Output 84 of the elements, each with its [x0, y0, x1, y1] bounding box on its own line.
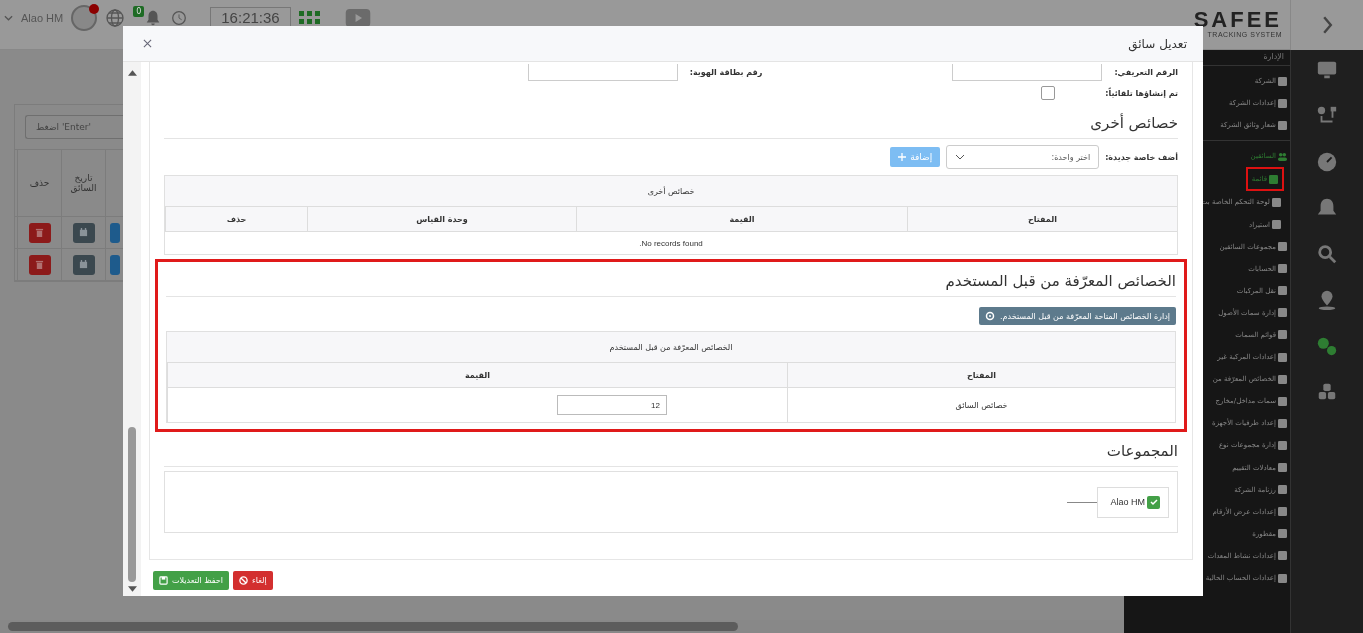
square-icon: [1278, 529, 1287, 539]
input-field[interactable]: [952, 63, 1103, 81]
section-heading: المجموعات: [164, 432, 1178, 467]
column-header: حذف: [29, 178, 50, 188]
gauge-icon[interactable]: [1315, 150, 1339, 174]
grid-icon[interactable]: [298, 10, 321, 25]
square-icon: [1278, 440, 1287, 450]
field-label: الرقم التعريفي:: [1114, 67, 1178, 77]
checkbox[interactable]: [1041, 86, 1056, 100]
square-icon: [1278, 76, 1287, 86]
calendar-icon: [79, 228, 88, 237]
save-icon: [159, 575, 168, 585]
square-icon: [1278, 418, 1287, 428]
table-title: خصائص أخرى: [165, 176, 1177, 207]
caret-icon[interactable]: [4, 14, 13, 21]
square-icon: [1278, 264, 1287, 274]
section-heading: الخصائص المعرّفة من قبل المستخدم: [166, 262, 1176, 297]
field-label: أضف خاصة جديدة:: [1105, 152, 1178, 162]
square-icon: [1272, 220, 1281, 229]
edit-button[interactable]: [110, 254, 120, 275]
square-icon: [1278, 396, 1287, 406]
square-icon: [1278, 463, 1287, 473]
table-title: الخصائص المعرّفة من قبل المستخدم: [167, 332, 1175, 363]
scrollbar-thumb[interactable]: [128, 427, 136, 582]
manage-button[interactable]: إدارة الخصائص المتاحة المعرّفة من قبل المستخدم.: [979, 307, 1176, 325]
field-label: تم إنشاؤها تلقائياً:: [1105, 88, 1178, 98]
square-icon: [1269, 174, 1278, 184]
input-field[interactable]: [527, 63, 678, 81]
connector-line: [1067, 501, 1098, 503]
column-header: المفتاح: [1028, 214, 1057, 224]
cancel-button[interactable]: إلغاء: [233, 570, 273, 590]
scroll-down-icon[interactable]: [127, 586, 137, 592]
chevron-down-icon: [955, 154, 966, 160]
table-cell: خصائص السائق: [955, 400, 1008, 410]
square-icon: [1272, 197, 1281, 207]
value-field[interactable]: 12: [557, 395, 667, 415]
square-icon: [1278, 573, 1287, 583]
column-header: المفتاح: [967, 370, 996, 380]
square-icon: [1278, 308, 1287, 318]
square-icon: [1278, 286, 1287, 296]
square-icon: [1278, 485, 1287, 495]
expand-chevron-icon[interactable]: [1321, 15, 1333, 35]
ban-icon: [239, 575, 248, 585]
check-icon: [1148, 497, 1159, 507]
square-icon: [1278, 507, 1287, 517]
delete-button[interactable]: [28, 222, 51, 243]
calendar-button[interactable]: [72, 254, 95, 275]
square-icon: [1278, 120, 1287, 130]
notification-count: 0: [133, 6, 145, 17]
avatar-icon[interactable]: [71, 4, 98, 31]
dialog-title: تعديل سائق: [1128, 36, 1187, 51]
square-icon: [1278, 352, 1287, 362]
square-icon: [1278, 330, 1287, 340]
column-header: القيمة: [465, 370, 490, 380]
column-header: حذف: [226, 214, 247, 224]
scrollbar-thumb[interactable]: [8, 622, 738, 631]
calendar-button[interactable]: [72, 222, 95, 243]
column-header: القيمة: [729, 214, 755, 224]
tree-node[interactable]: Alao HM: [1097, 486, 1169, 518]
edit-button[interactable]: [110, 222, 120, 243]
column-header: تاريخ السائق: [69, 173, 98, 193]
empty-message: No records found.: [639, 238, 703, 248]
delete-button[interactable]: [28, 254, 51, 275]
globe-icon[interactable]: [105, 7, 126, 28]
checkbox[interactable]: [1147, 495, 1160, 509]
column-header: وحدة القياس: [416, 214, 468, 224]
scroll-up-icon[interactable]: [127, 70, 137, 76]
square-icon: [1278, 242, 1287, 252]
trash-icon: [35, 260, 44, 269]
square-icon: [1278, 551, 1287, 561]
close-icon[interactable]: [143, 39, 152, 48]
search-icon[interactable]: [1315, 242, 1339, 266]
square-icon: [1278, 374, 1287, 384]
square-icon: [1278, 98, 1287, 108]
plus-icon: [898, 153, 907, 161]
trash-icon: [35, 228, 44, 237]
calendar-icon: [79, 260, 88, 269]
field-label: رقم بطاقة الهوية:: [689, 67, 763, 77]
gear-icon: [985, 311, 996, 321]
people-icon: [1278, 151, 1287, 161]
select-field[interactable]: اختر واحدة:: [946, 145, 1100, 169]
clock-icon[interactable]: [170, 8, 189, 27]
save-button[interactable]: احفظ التعديلات: [153, 570, 229, 590]
section-heading: خصائص أخرى: [164, 104, 1178, 139]
